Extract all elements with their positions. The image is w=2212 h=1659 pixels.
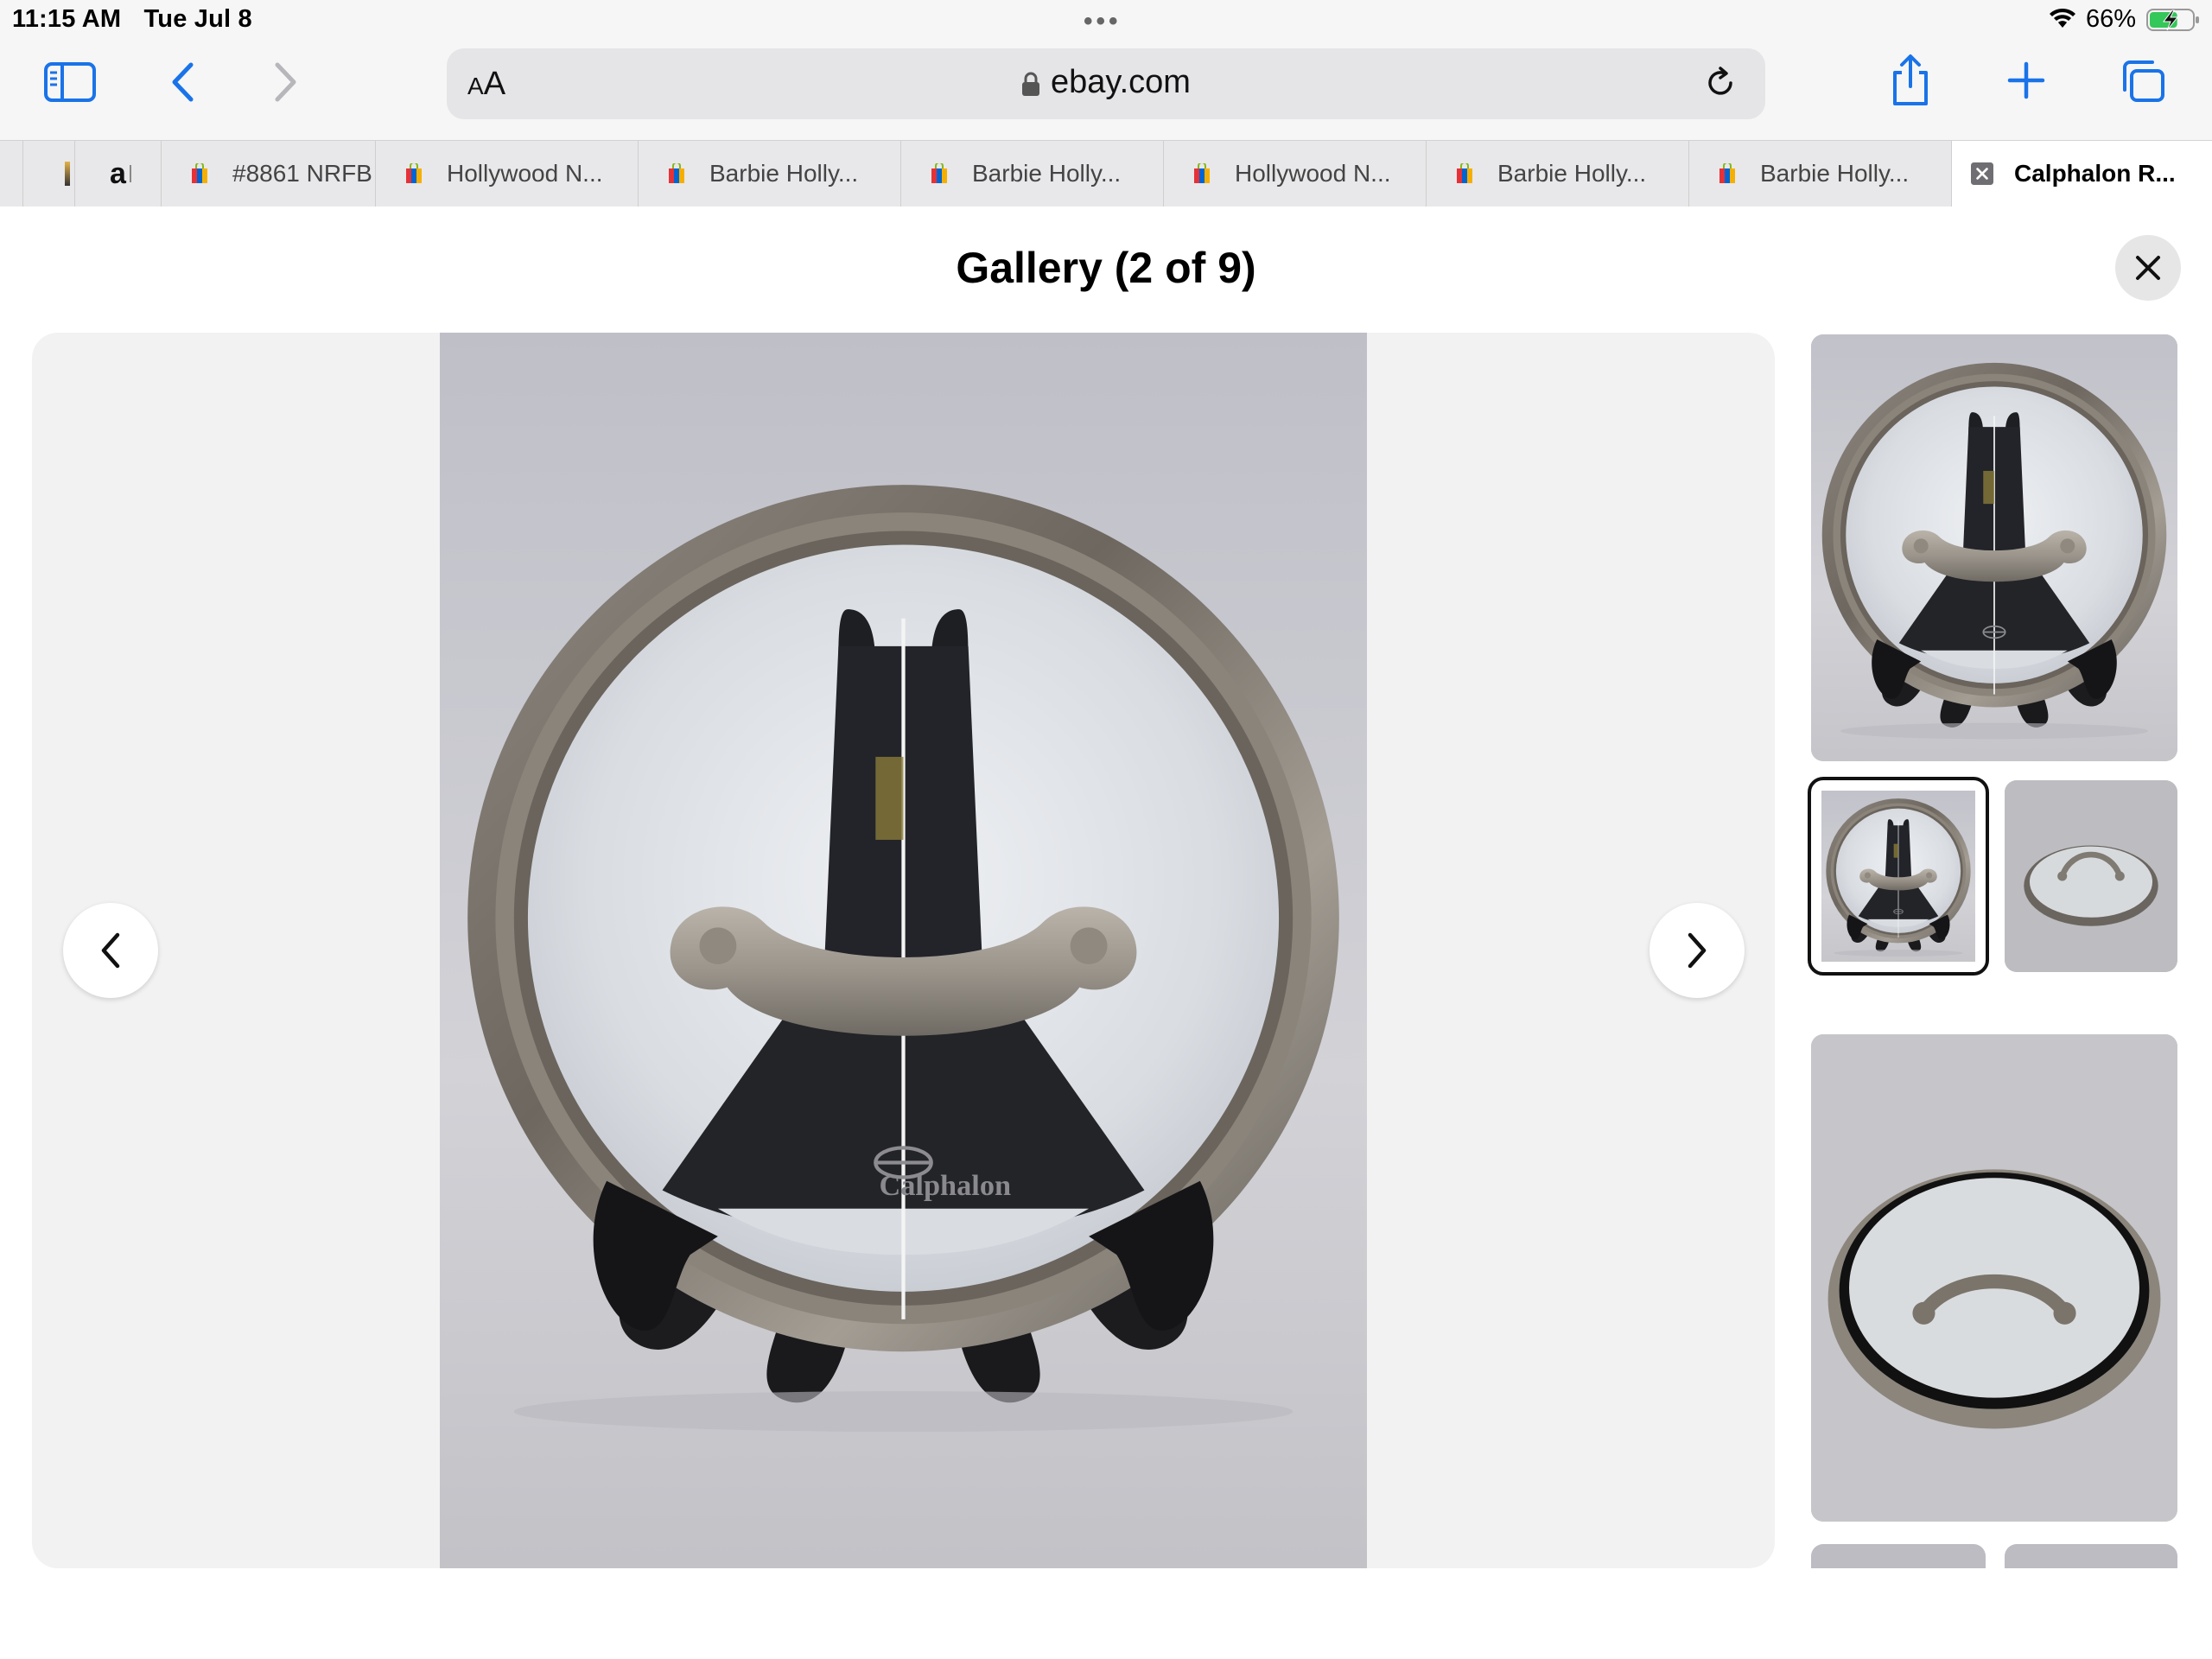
thumbnail-2-selected[interactable] <box>1808 777 1989 976</box>
chevron-right-icon <box>1688 932 1707 969</box>
browser-toolbar: AA ebay.com <box>0 40 2212 140</box>
main-image-viewer: Calphalon <box>32 333 1775 1568</box>
share-icon[interactable] <box>1889 52 1932 109</box>
ebay-bag-icon <box>192 163 207 183</box>
tabs-overview-icon[interactable] <box>2119 59 2167 104</box>
tab-label: #8861 NRFB <box>232 160 372 187</box>
tab-divider <box>129 165 131 182</box>
close-gallery-button[interactable] <box>2115 235 2181 301</box>
tab-item[interactable]: Barbie Holly... <box>638 141 900 207</box>
tab-label: Calphalon R... <box>2014 160 2176 187</box>
main-product-image[interactable]: Calphalon <box>440 333 1367 1568</box>
close-icon <box>2136 256 2160 280</box>
wifi-icon <box>2050 9 2075 28</box>
battery-percent: 66% <box>2086 5 2137 33</box>
url-text: ebay.com <box>1051 64 1191 100</box>
thumbnail-1[interactable] <box>1811 334 2177 761</box>
close-tab-icon[interactable] <box>1971 162 1993 185</box>
tab-label: Barbie Holly... <box>972 160 1122 187</box>
reload-icon[interactable] <box>1701 64 1739 102</box>
amazon-logo-icon: a <box>110 156 126 190</box>
back-icon[interactable] <box>161 60 204 104</box>
calphalon-logo-text: Calphalon <box>879 1169 1011 1202</box>
status-bar: 11:15 AM Tue Jul 8 ••• 66% <box>0 0 2212 40</box>
tab-item[interactable]: Barbie Holly... <box>1426 141 1688 207</box>
status-time: 11:15 AM <box>12 5 122 33</box>
tab-item[interactable]: #8861 NRFB <box>161 141 375 207</box>
ebay-bag-icon <box>931 163 947 183</box>
tab-item[interactable]: Hollywood N... <box>375 141 638 207</box>
sidebar-icon[interactable] <box>40 60 100 104</box>
tab-item[interactable]: Barbie Holly... <box>1688 141 1951 207</box>
url-display[interactable]: ebay.com <box>447 64 1765 101</box>
tab-label: Barbie Holly... <box>1497 160 1647 187</box>
tab-bar: a #8861 NRFB Hollywood N... Barbie Holly… <box>0 140 2212 207</box>
chevron-left-icon <box>101 932 120 969</box>
tab-amazon[interactable]: a <box>74 141 161 207</box>
tab-label: Hollywood N... <box>447 160 603 187</box>
favicon-icon <box>65 162 70 186</box>
status-date: Tue Jul 8 <box>143 5 252 33</box>
thumbnail-5[interactable] <box>1811 1544 1986 1568</box>
ebay-bag-icon <box>1719 163 1735 183</box>
new-tab-icon[interactable] <box>2005 59 2048 102</box>
tab-label: Barbie Holly... <box>709 160 859 187</box>
address-bar[interactable]: AA ebay.com <box>447 48 1765 119</box>
tab-item[interactable]: Hollywood N... <box>1163 141 1426 207</box>
previous-image-button[interactable] <box>63 903 158 998</box>
ebay-bag-icon <box>1194 163 1210 183</box>
forward-icon[interactable] <box>264 60 308 104</box>
ebay-bag-icon <box>406 163 422 183</box>
battery-charging-icon <box>2146 9 2199 31</box>
status-time-date: 11:15 AM Tue Jul 8 <box>12 5 252 34</box>
thumbnail-3[interactable] <box>2005 780 2177 972</box>
ebay-bag-icon <box>669 163 684 183</box>
multitasking-dots-icon[interactable]: ••• <box>1084 7 1122 36</box>
lock-icon <box>1022 72 1040 96</box>
tab-item[interactable]: Barbie Holly... <box>900 141 1163 207</box>
tab-active[interactable]: Calphalon R... <box>1951 141 2212 207</box>
thumbnail-4[interactable] <box>1811 1034 2177 1522</box>
gallery-overlay: Gallery (2 of 9) Calphalon <box>0 207 2212 1659</box>
tab-item[interactable] <box>22 141 74 207</box>
next-image-button[interactable] <box>1649 903 1745 998</box>
tab-label: Hollywood N... <box>1235 160 1391 187</box>
ebay-bag-icon <box>1457 163 1472 183</box>
tab-label: Barbie Holly... <box>1760 160 1910 187</box>
thumbnail-6[interactable] <box>2005 1544 2177 1568</box>
gallery-title: Gallery (2 of 9) <box>956 244 1256 292</box>
